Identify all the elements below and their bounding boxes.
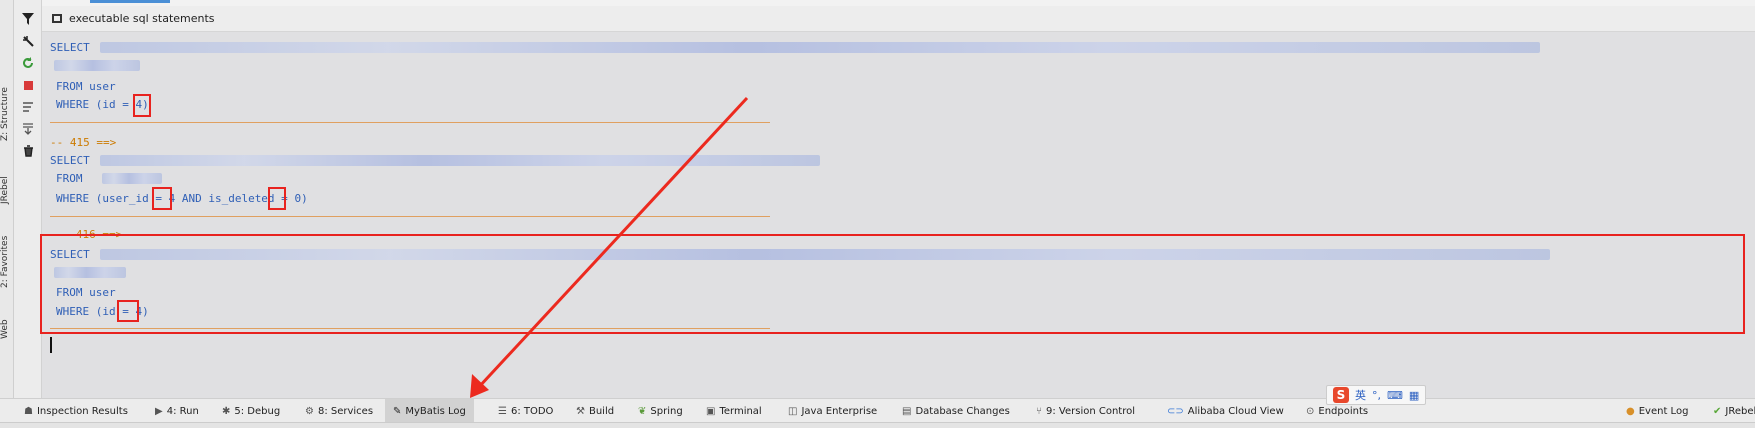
blurred-columns — [54, 60, 140, 71]
tab-inspection-results[interactable]: ☗ Inspection Results — [24, 399, 128, 423]
tool-window-bar: ☗ Inspection Results ▶ 4: Run ✱ 5: Debug ⚙ 8… — [0, 398, 1755, 423]
mybatis-icon: ✎ — [393, 405, 402, 417]
filter-icon[interactable] — [19, 10, 37, 28]
terminal-icon: ▣ — [706, 405, 716, 417]
version-control-icon: ⑂ — [1036, 405, 1042, 417]
active-editor-tab-indicator — [90, 0, 170, 3]
tab-debug[interactable]: ✱ 5: Debug — [222, 399, 280, 423]
todo-icon: ☰ — [498, 405, 507, 417]
tab-services[interactable]: ⚙ 8: Services — [305, 399, 373, 423]
web-tab[interactable]: Web — [0, 312, 14, 346]
tab-run[interactable]: ▶ 4: Run — [155, 399, 199, 423]
spring-icon: ❦ — [638, 405, 647, 417]
sql-from: FROM user — [56, 80, 116, 93]
debug-icon: ✱ — [222, 405, 231, 417]
log-toolbar — [14, 0, 42, 398]
run-icon: ▶ — [155, 405, 163, 417]
text-caret — [50, 337, 52, 353]
blurred-columns — [100, 42, 1540, 53]
highlight-box — [152, 187, 172, 210]
tab-java-enterprise[interactable]: ◫ Java Enterprise — [788, 399, 877, 423]
separator-line — [50, 122, 770, 123]
sogou-logo-icon: S — [1333, 387, 1349, 403]
jrebel-side-tab[interactable]: JRebel — [0, 168, 14, 212]
services-icon: ⚙ — [305, 405, 314, 417]
tab-build[interactable]: ⚒ Build — [576, 399, 614, 423]
status-bar — [0, 422, 1755, 428]
endpoints-icon: ⊙ — [1306, 405, 1315, 417]
ime-toolbar[interactable]: S 英 °, ⌨ ▦ — [1326, 385, 1427, 405]
panel-header: executable sql statements — [42, 6, 1755, 32]
build-icon: ⚒ — [576, 405, 585, 417]
inspection-icon: ☗ — [24, 405, 33, 417]
skin-icon[interactable]: ▦ — [1409, 389, 1419, 402]
sql-from: FROM — [56, 172, 83, 185]
tab-todo[interactable]: ☰ 6: TODO — [498, 399, 553, 423]
tab-version-control[interactable]: ⑂ 9: Version Control — [1036, 399, 1135, 423]
ime-language[interactable]: 英 — [1355, 387, 1366, 403]
keyboard-icon[interactable]: ⌨ — [1387, 389, 1403, 402]
database-changes-icon: ▤ — [902, 405, 912, 417]
log-separator: -- 415 ==> — [50, 136, 117, 149]
jrebel-icon: ✔ — [1713, 405, 1722, 417]
highlight-box — [268, 187, 286, 210]
structure-tab[interactable]: Z: Structure — [0, 84, 14, 144]
sql-select: SELECT — [50, 154, 90, 167]
rerun-icon[interactable] — [19, 54, 37, 72]
alibaba-cloud-icon: ⊂⊃ — [1167, 405, 1184, 417]
console-icon — [52, 14, 62, 23]
tab-jrebel[interactable]: ✔ JRebel — [1713, 399, 1755, 423]
highlight-box — [133, 94, 151, 117]
sql-select: SELECT — [50, 41, 90, 54]
tab-terminal[interactable]: ▣ Terminal — [706, 399, 762, 423]
panel-title: executable sql statements — [69, 12, 215, 25]
soft-wrap-icon[interactable] — [19, 98, 37, 116]
tab-spring[interactable]: ❦ Spring — [638, 399, 683, 423]
favorites-tab[interactable]: 2: Favorites — [0, 228, 14, 296]
left-tool-window-strip: Z: Structure JRebel 2: Favorites Web — [0, 0, 14, 428]
java-enterprise-icon: ◫ — [788, 405, 798, 417]
sql-log-console[interactable]: SELECT FROM user WHERE (id = 4) -- 415 =… — [40, 32, 1755, 398]
tab-event-log[interactable]: ● Event Log — [1626, 399, 1688, 423]
scroll-to-end-icon[interactable] — [19, 120, 37, 138]
wand-icon[interactable] — [19, 32, 37, 50]
tab-database-changes[interactable]: ▤ Database Changes — [902, 399, 1010, 423]
tab-mybatis-log[interactable]: ✎ MyBatis Log — [385, 399, 474, 423]
clear-trash-icon[interactable] — [19, 142, 37, 160]
highlight-region — [40, 234, 1745, 334]
tab-alibaba-cloud-view[interactable]: ⊂⊃ Alibaba Cloud View — [1167, 399, 1284, 423]
blurred-table — [102, 173, 162, 184]
stop-icon[interactable] — [19, 76, 37, 94]
blurred-columns — [100, 155, 820, 166]
separator-line — [50, 216, 770, 217]
event-log-icon: ● — [1626, 405, 1635, 417]
punctuation-icon[interactable]: °, — [1372, 389, 1381, 402]
